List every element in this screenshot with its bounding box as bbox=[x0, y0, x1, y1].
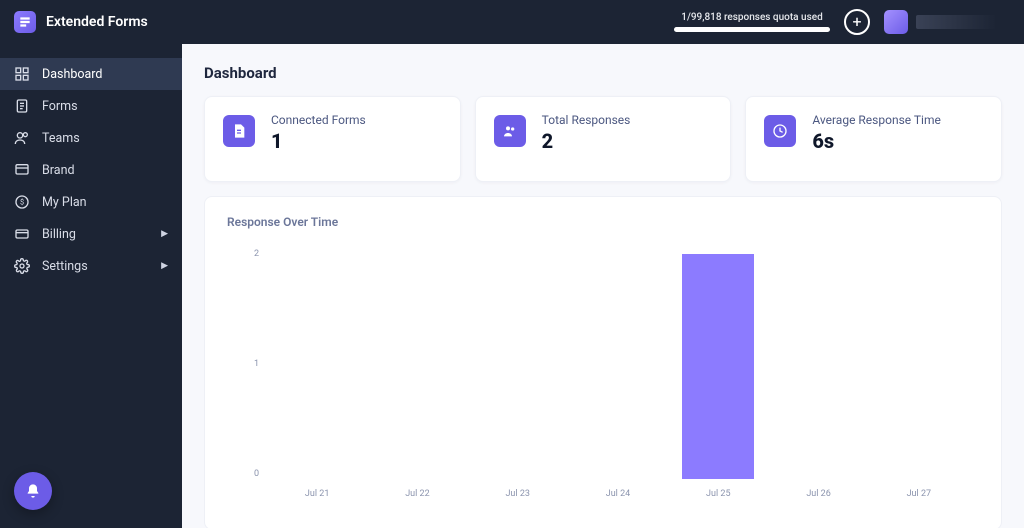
y-tick: 1 bbox=[237, 359, 259, 369]
bar-slot bbox=[267, 254, 367, 479]
stat-value: 1 bbox=[271, 129, 366, 153]
add-button[interactable]: + bbox=[844, 9, 870, 35]
sidebar-item-label: Forms bbox=[42, 99, 78, 114]
plan-icon: $ bbox=[14, 194, 30, 210]
y-tick: 0 bbox=[237, 469, 259, 479]
y-tick: 2 bbox=[237, 249, 259, 259]
chart-area: 210 Jul 21Jul 22Jul 23Jul 24Jul 25Jul 26… bbox=[267, 249, 969, 499]
sidebar-item-label: Billing bbox=[42, 227, 76, 242]
main-content: Dashboard Connected Forms 1 Total Respon… bbox=[182, 44, 1024, 528]
svg-text:$: $ bbox=[20, 198, 24, 207]
stat-value: 2 bbox=[542, 129, 631, 153]
sidebar-item-label: Settings bbox=[42, 259, 88, 274]
page-title: Dashboard bbox=[204, 64, 1002, 82]
quota-indicator: 1/99,818 responses quota used bbox=[674, 12, 830, 32]
teams-icon bbox=[14, 130, 30, 146]
users-icon bbox=[494, 115, 526, 147]
stat-value: 6s bbox=[812, 129, 941, 153]
x-tick: Jul 21 bbox=[267, 489, 367, 499]
stat-label: Average Response Time bbox=[812, 113, 941, 127]
chevron-right-icon: ▶ bbox=[161, 229, 168, 239]
sidebar-item-label: My Plan bbox=[42, 195, 87, 210]
billing-icon bbox=[14, 226, 30, 242]
bar-slot bbox=[367, 254, 467, 479]
brand-name: Extended Forms bbox=[46, 14, 148, 30]
sidebar-item-label: Dashboard bbox=[42, 67, 102, 82]
sidebar-item-brand[interactable]: Brand bbox=[0, 154, 182, 186]
chart-plot bbox=[267, 254, 969, 479]
stat-label: Total Responses bbox=[542, 113, 631, 127]
sidebar-item-teams[interactable]: Teams bbox=[0, 122, 182, 154]
plus-icon: + bbox=[852, 14, 861, 30]
sidebar-item-dashboard[interactable]: Dashboard bbox=[0, 58, 182, 90]
sidebar-item-myplan[interactable]: $ My Plan bbox=[0, 186, 182, 218]
quota-text: 1/99,818 responses quota used bbox=[681, 12, 822, 23]
sidebar-item-forms[interactable]: Forms bbox=[0, 90, 182, 122]
dashboard-icon bbox=[14, 66, 30, 82]
sidebar-item-settings[interactable]: Settings ▶ bbox=[0, 250, 182, 282]
stat-card-avg-response-time: Average Response Time 6s bbox=[745, 96, 1002, 182]
sidebar: Dashboard Forms Teams Brand $ My Plan Bi… bbox=[0, 44, 182, 528]
bar-slot bbox=[468, 254, 568, 479]
chart-title: Response Over Time bbox=[227, 215, 979, 229]
x-tick: Jul 23 bbox=[468, 489, 568, 499]
x-tick: Jul 22 bbox=[367, 489, 467, 499]
topbar: Extended Forms 1/99,818 responses quota … bbox=[0, 0, 1024, 44]
sidebar-item-label: Brand bbox=[42, 163, 75, 178]
chart-bar bbox=[682, 254, 754, 479]
brand[interactable]: Extended Forms bbox=[0, 11, 182, 33]
stat-card-total-responses: Total Responses 2 bbox=[475, 96, 732, 182]
x-tick: Jul 24 bbox=[568, 489, 668, 499]
bell-icon bbox=[25, 483, 41, 499]
stat-card-connected-forms: Connected Forms 1 bbox=[204, 96, 461, 182]
chart-x-axis: Jul 21Jul 22Jul 23Jul 24Jul 25Jul 26Jul … bbox=[267, 489, 969, 499]
settings-icon bbox=[14, 258, 30, 274]
chart-card: Response Over Time 210 Jul 21Jul 22Jul 2… bbox=[204, 196, 1002, 528]
stat-label: Connected Forms bbox=[271, 113, 366, 127]
notifications-button[interactable] bbox=[14, 472, 52, 510]
quota-progress-bar bbox=[674, 27, 830, 32]
brand-icon bbox=[14, 162, 30, 178]
chevron-right-icon: ▶ bbox=[161, 261, 168, 271]
clock-icon bbox=[764, 115, 796, 147]
chart-y-axis: 2 1 0 bbox=[237, 249, 259, 479]
bar-slot bbox=[869, 254, 969, 479]
bar-slot bbox=[768, 254, 868, 479]
sidebar-item-billing[interactable]: Billing ▶ bbox=[0, 218, 182, 250]
x-tick: Jul 25 bbox=[668, 489, 768, 499]
stat-cards: Connected Forms 1 Total Responses 2 Aver… bbox=[204, 96, 1002, 182]
user-name bbox=[916, 15, 1006, 29]
user-menu[interactable] bbox=[884, 10, 1006, 34]
bar-slot bbox=[668, 254, 768, 479]
topbar-right: 1/99,818 responses quota used + bbox=[674, 9, 1024, 35]
brand-logo-icon bbox=[14, 11, 36, 33]
file-icon bbox=[223, 115, 255, 147]
avatar bbox=[884, 10, 908, 34]
chart-bars bbox=[267, 254, 969, 479]
forms-icon bbox=[14, 98, 30, 114]
x-tick: Jul 26 bbox=[768, 489, 868, 499]
sidebar-item-label: Teams bbox=[42, 131, 80, 146]
x-tick: Jul 27 bbox=[869, 489, 969, 499]
bar-slot bbox=[568, 254, 668, 479]
